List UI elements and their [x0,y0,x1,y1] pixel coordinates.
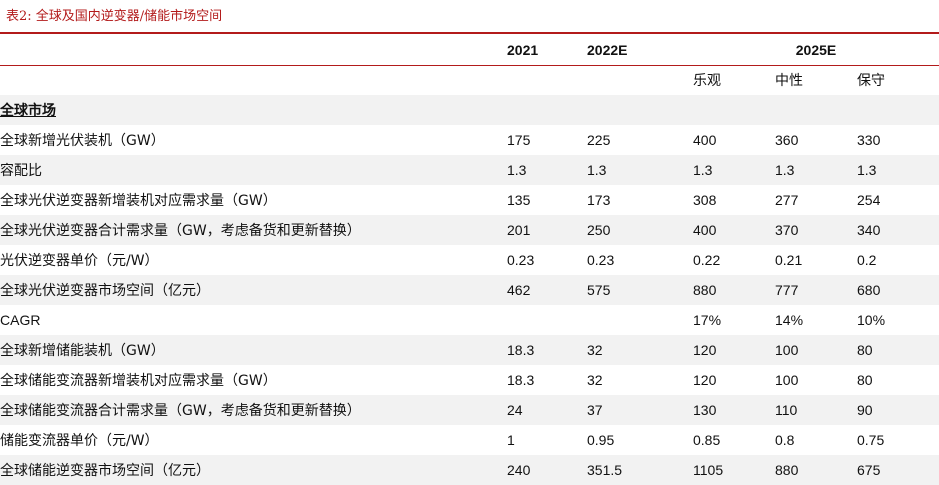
value-2022e [587,305,693,335]
value-2022e: 250 [587,215,693,245]
row-label: 全球光伏逆变器市场空间（亿元） [0,275,507,305]
value-2025e-conservative: 0.75 [857,432,885,448]
value-2025e-conservative: 680 [857,275,939,305]
value-2021 [507,305,587,335]
row-label: 储能变流器单价（元/W） [0,433,159,449]
value-2025e-neutral: 277 [775,192,799,208]
value-2021: 24 [507,395,587,425]
header-row: 2021 2022E 2025E [0,34,939,65]
value-2022e: 1.3 [587,155,693,185]
row-label: 全球新增储能装机（GW） [0,335,507,365]
header-2025e: 2025E [795,41,837,58]
table-row: 储能变流器单价（元/W） 1 0.95 0.85 0.8 0.75 [0,425,939,455]
value-2025e-optimistic: 1.3 [693,155,775,185]
table-row: 全球光伏逆变器市场空间（亿元） 462 575 880 777 680 [0,275,939,305]
table-row: 全球光伏逆变器合计需求量（GW，考虑备货和更新替换） 201 250 400 370 34… [0,215,939,245]
table-row: 光伏逆变器单价（元/W） 0.23 0.23 0.22 0.21 0.2 [0,245,939,275]
value-2025e-optimistic: 308 [693,192,717,208]
value-2022e: 225 [587,132,611,148]
value-2025e-conservative: 330 [857,132,881,148]
value-2022e: 173 [587,192,611,208]
value-2025e-conservative: 340 [857,215,939,245]
value-2025e-neutral: 100 [775,335,857,365]
table-row: 容配比 1.3 1.3 1.3 1.3 1.3 [0,155,939,185]
value-2025e-conservative: 90 [857,395,939,425]
value-2025e-optimistic: 130 [693,395,775,425]
table-row: 全球储能变流器新增装机对应需求量（GW） 18.3 32 120 100 80 [0,365,939,395]
value-2021: 201 [507,215,587,245]
value-2025e-neutral: 360 [775,132,799,148]
value-2025e-conservative: 1.3 [857,155,939,185]
table-row: 全球新增光伏装机（GW） 175 225 400 360 330 [0,125,939,155]
value-2025e-neutral: 880 [775,455,857,485]
row-label: 全球储能逆变器市场空间（亿元） [0,455,507,485]
table-row: 全球储能变流器合计需求量（GW，考虑备货和更新替换） 24 37 130 110 90 [0,395,939,425]
value-2022e: 37 [587,395,693,425]
value-2021: 462 [507,275,587,305]
value-2021: 135 [507,192,531,208]
value-2022e: 351.5 [587,455,693,485]
value-2025e-conservative: 80 [857,372,873,388]
value-2025e-optimistic: 400 [693,215,775,245]
value-2022e: 0.95 [587,432,615,448]
row-label: 全球储能变流器新增装机对应需求量（GW） [0,373,277,389]
row-label: 光伏逆变器单价（元/W） [0,253,159,269]
value-2025e-optimistic: 1105 [693,455,775,485]
value-2025e-neutral: 370 [775,215,857,245]
header-label-cell [0,34,507,65]
value-2025e-conservative: 0.2 [857,252,877,268]
value-2025e-neutral: 777 [775,275,857,305]
value-2021: 1.3 [507,155,587,185]
header-2021: 2021 [507,41,539,58]
header-2022e: 2022E [587,41,628,58]
value-2022e: 32 [587,335,693,365]
value-2025e-optimistic: 0.22 [693,252,721,268]
value-2021: 18.3 [507,372,535,388]
row-label: 全球新增光伏装机（GW） [0,133,165,149]
data-rows: 全球新增光伏装机（GW） 175 225 400 360 330 容配比 1.3 1.3 1.3 1… [0,125,939,485]
value-2022e: 32 [587,372,603,388]
section-title: 全球市场 [0,95,507,125]
row-label: 全球光伏逆变器合计需求量（GW，考虑备货和更新替换） [0,215,507,245]
value-2025e-optimistic: 400 [693,132,717,148]
value-2025e-conservative: 254 [857,192,881,208]
subheader-conservative: 保守 [857,73,885,89]
value-2021: 0.23 [507,252,535,268]
value-2021: 1 [507,432,515,448]
value-2021: 18.3 [507,335,587,365]
value-2025e-neutral: 110 [775,395,857,425]
value-2025e-optimistic: 880 [693,275,775,305]
market-table: 2021 2022E 2025E 乐观 中性 保守 全球市场 全球新增光伏装机（… [0,34,939,485]
row-label: CAGR [0,312,41,328]
table-row: 全球储能逆变器市场空间（亿元） 240 351.5 1105 880 675 [0,455,939,485]
value-2025e-neutral: 0.21 [775,252,803,268]
subheader-neutral: 中性 [775,73,803,89]
value-2022e: 575 [587,275,693,305]
value-2022e: 0.23 [587,252,615,268]
value-2025e-neutral: 100 [775,372,799,388]
value-2025e-optimistic: 120 [693,335,775,365]
value-2025e-neutral: 14% [775,312,804,328]
value-2025e-conservative: 10% [857,312,886,328]
row-label: 全球光伏逆变器新增装机对应需求量（GW） [0,193,277,209]
subheader-optimistic: 乐观 [693,73,721,89]
value-2025e-conservative: 675 [857,455,939,485]
subheader-row: 乐观 中性 保守 [0,65,939,95]
value-2025e-conservative: 80 [857,335,939,365]
section-row: 全球市场 [0,95,939,125]
table-row: 全球新增储能装机（GW） 18.3 32 120 100 80 [0,335,939,365]
row-label: 全球储能变流器合计需求量（GW，考虑备货和更新替换） [0,395,507,425]
table-row: CAGR 17% 14% 10% [0,305,939,335]
table-caption: 表2: 全球及国内逆变器/储能市场空间 [6,9,223,24]
value-2025e-optimistic: 0.85 [693,432,721,448]
value-2025e-neutral: 0.8 [775,432,795,448]
row-label: 容配比 [0,155,507,185]
table-row: 全球光伏逆变器新增装机对应需求量（GW） 135 173 308 277 254 [0,185,939,215]
value-2021: 240 [507,455,587,485]
value-2025e-optimistic: 17% [693,312,722,328]
value-2021: 175 [507,132,531,148]
value-2025e-optimistic: 120 [693,372,717,388]
value-2025e-neutral: 1.3 [775,155,857,185]
